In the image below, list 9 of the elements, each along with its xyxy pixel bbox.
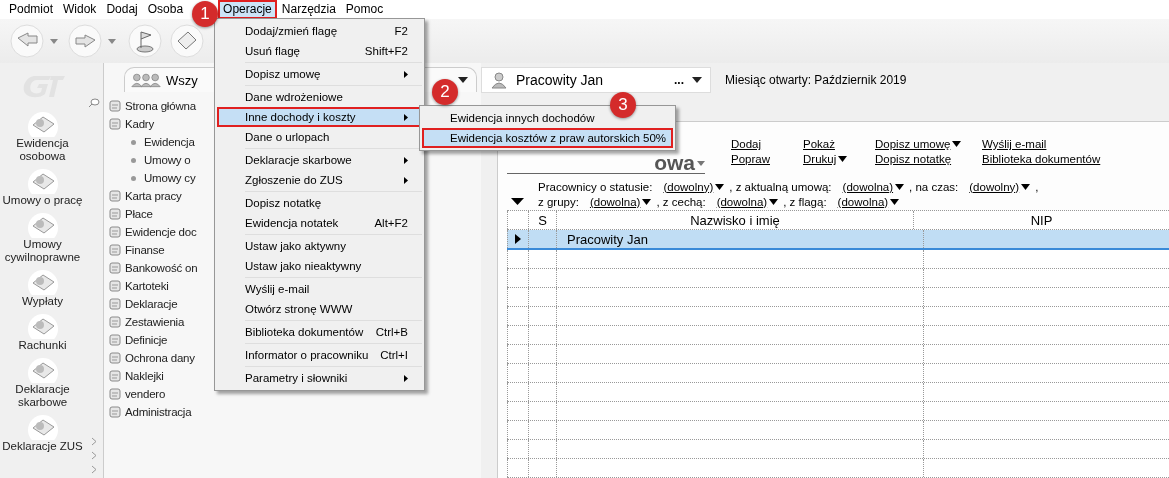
- open-month-label: Miesiąc otwarty: Październik 2019: [725, 73, 907, 87]
- filter-label: , z flagą:: [783, 195, 827, 208]
- filter-label: ,: [1035, 180, 1039, 193]
- filter-label: , z cechą:: [656, 195, 706, 208]
- filter-label: Pracownicy o statusie:: [538, 180, 653, 193]
- filter-label: z grupy:: [538, 195, 579, 208]
- table-cell: Pracowity Jan: [557, 230, 924, 248]
- filter-label: , z aktualną umową:: [729, 180, 832, 193]
- filter-label: , na czas:: [909, 180, 959, 193]
